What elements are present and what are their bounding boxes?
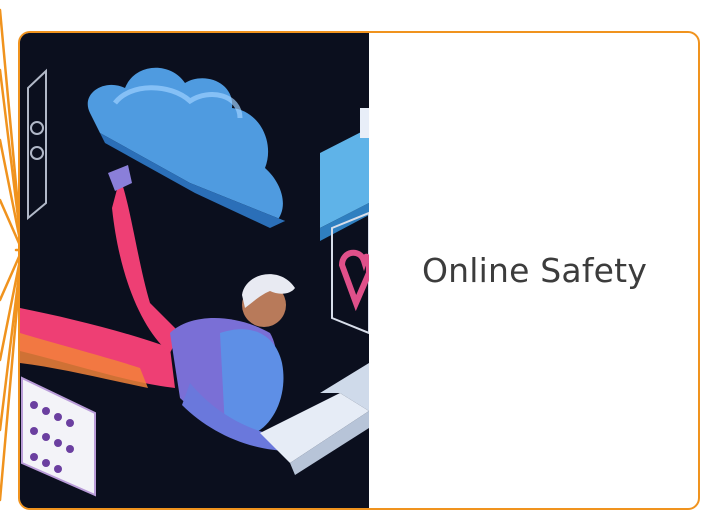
topic-card-online-safety[interactable]: Online Safety <box>18 31 700 510</box>
card-label-area: Online Safety <box>369 33 698 508</box>
mindmap-canvas: Online Safety <box>0 0 704 523</box>
card-title: Online Safety <box>421 251 648 290</box>
online-safety-illustration-icon <box>20 33 369 508</box>
